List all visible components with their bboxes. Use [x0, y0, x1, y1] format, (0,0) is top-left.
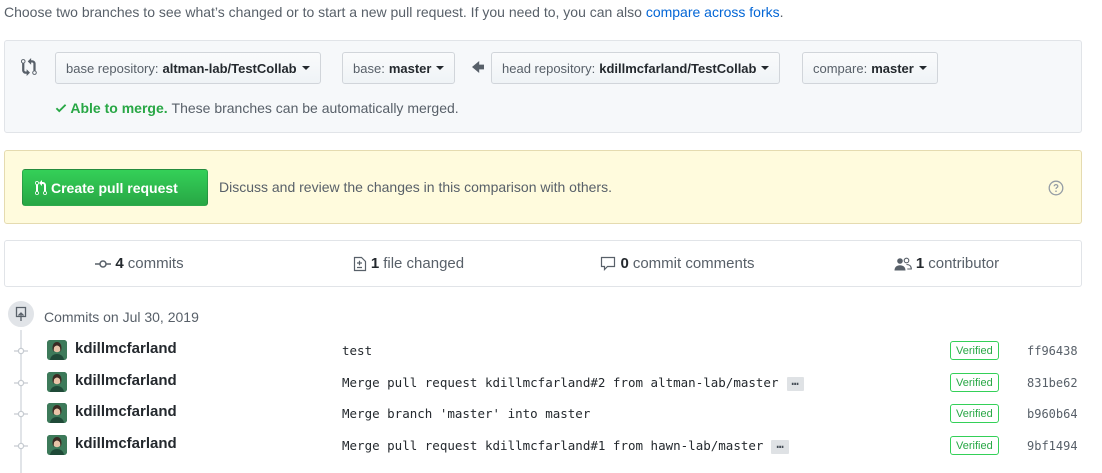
caret-down-icon — [918, 66, 927, 70]
intro-end: . — [779, 4, 784, 20]
git-commit-icon — [14, 379, 28, 387]
expand-commit-message-button[interactable]: … — [771, 438, 789, 454]
commit-message-text[interactable]: test — [342, 343, 372, 358]
avatar[interactable] — [47, 403, 67, 423]
base-repository-value: altman-lab/TestCollab — [162, 60, 297, 76]
intro-text: Choose two branches to see what’s change… — [4, 4, 784, 20]
comment-icon — [601, 256, 616, 271]
commit-author[interactable]: kdillmcfarland — [75, 372, 177, 389]
head-repository-label: head repository: — [502, 60, 596, 76]
repo-push-icon — [6, 299, 36, 329]
git-commit-icon — [14, 442, 28, 450]
files-label: file changed — [383, 255, 465, 272]
commit-sha[interactable]: b960b64 — [1027, 407, 1078, 421]
commit-row: kdillmcfarland Merge pull request kdillm… — [0, 431, 1102, 461]
git-commit-icon — [14, 410, 28, 418]
create-pr-description: Discuss and review the changes in this c… — [219, 179, 612, 195]
create-pull-request-button[interactable]: Create pull request — [22, 169, 208, 206]
commits-label: commits — [127, 255, 184, 272]
compare-branch-label: compare: — [813, 60, 868, 76]
contributors-label: contributor — [928, 255, 1000, 272]
git-commit-icon — [95, 259, 112, 268]
commit-message-text[interactable]: Merge pull request kdillmcfarland#1 from… — [342, 438, 763, 453]
question-icon[interactable] — [1048, 180, 1064, 196]
commit-message[interactable]: Merge branch 'master' into master — [342, 406, 590, 421]
expand-commit-message-button[interactable]: … — [786, 375, 804, 391]
merge-status-ok: Able to merge. — [55, 100, 172, 116]
base-branch-label: base: — [353, 60, 385, 76]
intro-sentence: Choose two branches to see what’s change… — [4, 4, 646, 20]
commits-date-heading: Commits on Jul 30, 2019 — [44, 309, 199, 325]
head-repository-value: kdillmcfarland/TestCollab — [599, 60, 757, 76]
comments-label: commit comments — [632, 255, 755, 272]
commit-row: kdillmcfarland Merge pull request kdillm… — [0, 368, 1102, 398]
compare-arrows-icon — [21, 58, 37, 76]
summary-commit-comments[interactable]: 0 commit comments — [543, 241, 812, 286]
caret-down-icon — [436, 66, 445, 70]
compare-branch-value: master — [871, 60, 914, 76]
files-count: 1 — [370, 255, 380, 272]
comparison-summary: 4 commits 1 file changed 0 commit commen… — [4, 240, 1082, 287]
verified-badge[interactable]: Verified — [950, 373, 999, 392]
commit-author[interactable]: kdillmcfarland — [75, 403, 177, 420]
base-repository-select[interactable]: base repository: altman-lab/TestCollab — [55, 52, 321, 84]
commit-message[interactable]: test — [342, 343, 372, 358]
verified-badge[interactable]: Verified — [950, 341, 999, 360]
commit-author[interactable]: kdillmcfarland — [75, 340, 177, 357]
verified-badge[interactable]: Verified — [950, 404, 999, 423]
commit-sha[interactable]: ff96438 — [1027, 344, 1078, 358]
file-diff-icon — [353, 256, 366, 271]
merge-description: These branches can be automatically merg… — [171, 100, 459, 116]
comments-count: 0 — [620, 255, 629, 272]
check-icon — [55, 104, 67, 113]
contributors-count: 1 — [915, 255, 925, 272]
commit-row: kdillmcfarland Merge branch 'master' int… — [0, 399, 1102, 429]
git-pull-request-icon — [35, 179, 47, 195]
base-branch-select[interactable]: base: master — [342, 52, 456, 84]
caret-down-icon — [301, 66, 310, 70]
commit-row: kdillmcfarland test Verified ff96438 — [0, 336, 1102, 366]
commit-message-text[interactable]: Merge pull request kdillmcfarland#2 from… — [342, 375, 779, 390]
commit-author[interactable]: kdillmcfarland — [75, 435, 177, 452]
commits-count: 4 — [115, 255, 124, 272]
commit-sha[interactable]: 9bf1494 — [1027, 439, 1078, 453]
base-branch-value: master — [388, 60, 432, 76]
create-pr-box: Create pull request Discuss and review t… — [4, 150, 1082, 224]
compare-across-forks-link[interactable]: compare across forks — [646, 4, 780, 20]
verified-badge[interactable]: Verified — [950, 436, 999, 455]
base-repository-label: base repository: — [66, 60, 159, 76]
merge-status: Able to merge. These branches can be aut… — [55, 100, 459, 116]
avatar[interactable] — [47, 372, 67, 392]
commit-message[interactable]: Merge pull request kdillmcfarland#1 from… — [342, 438, 789, 454]
commit-message[interactable]: Merge pull request kdillmcfarland#2 from… — [342, 375, 804, 391]
summary-files-changed[interactable]: 1 file changed — [274, 241, 543, 286]
arrow-left-icon — [472, 61, 484, 73]
create-pull-request-label: Create pull request — [51, 179, 178, 196]
head-repository-select[interactable]: head repository: kdillmcfarland/TestColl… — [491, 52, 781, 84]
range-editor: base repository: altman-lab/TestCollab b… — [4, 40, 1082, 133]
people-icon — [894, 257, 912, 270]
merge-ok-text: Able to merge. — [70, 100, 168, 116]
commit-message-text[interactable]: Merge branch 'master' into master — [342, 406, 590, 421]
avatar[interactable] — [47, 340, 67, 360]
compare-branch-select[interactable]: compare: master — [802, 52, 938, 84]
commit-sha[interactable]: 831be62 — [1027, 376, 1078, 390]
git-commit-icon — [14, 347, 28, 355]
summary-commits[interactable]: 4 commits — [5, 241, 274, 286]
summary-contributors[interactable]: 1 contributor — [812, 241, 1081, 286]
avatar[interactable] — [47, 435, 67, 455]
caret-down-icon — [761, 66, 770, 70]
